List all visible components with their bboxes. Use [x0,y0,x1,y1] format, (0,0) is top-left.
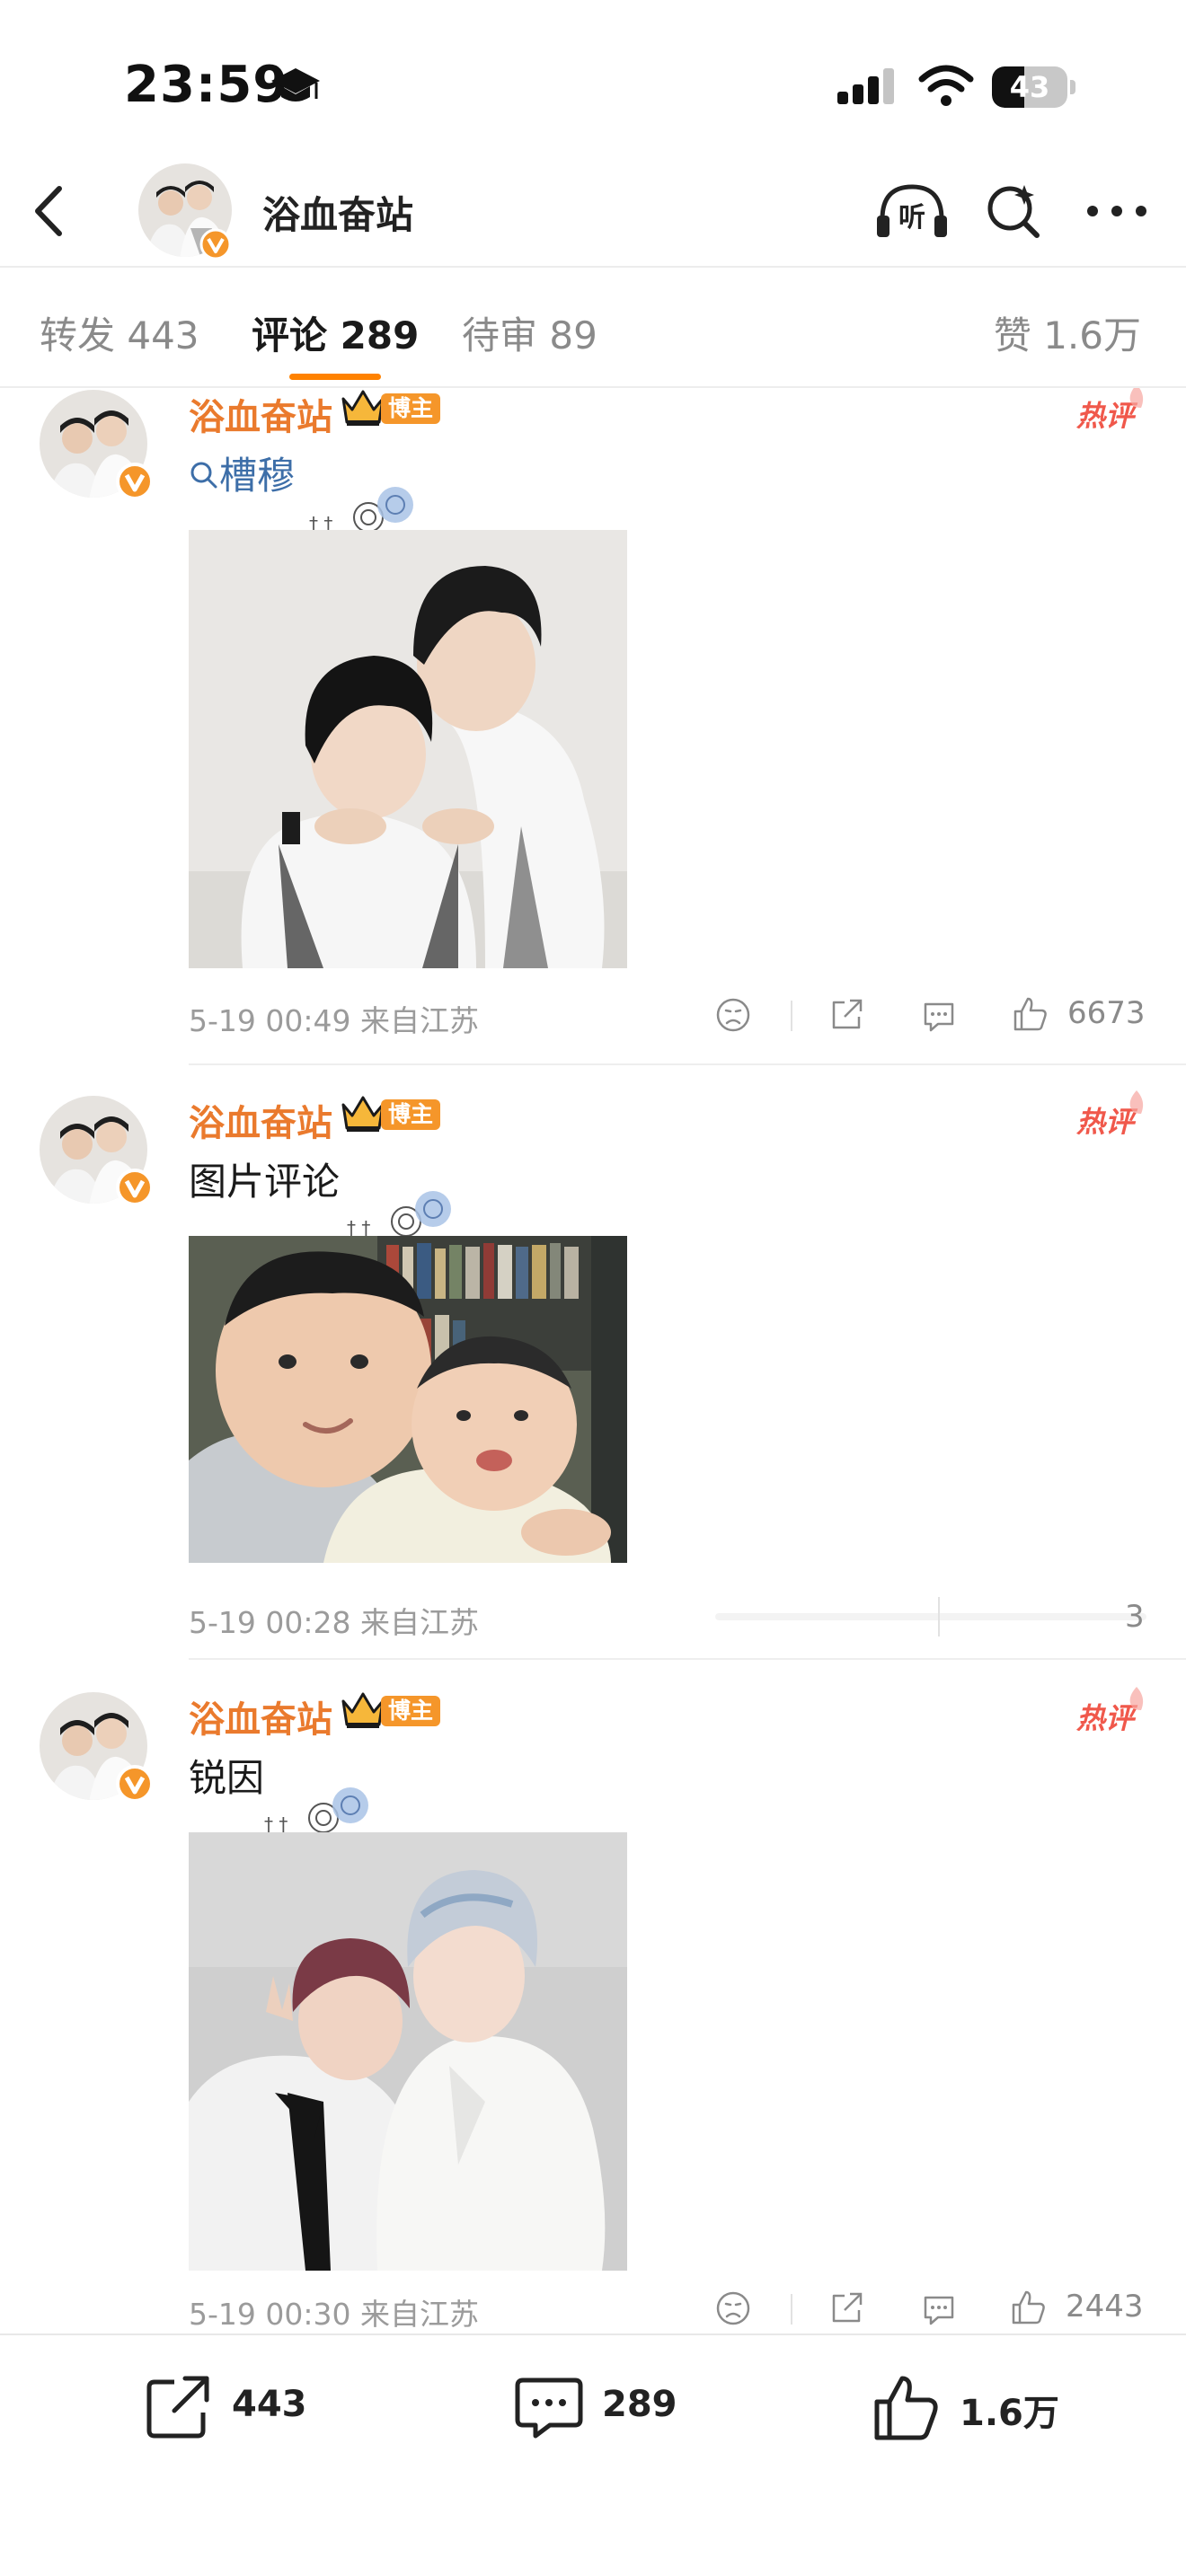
comment-count[interactable]: 289 [602,2384,677,2425]
comment-time: 5-19 00:30 [189,2297,351,2332]
comment-image[interactable] [189,530,627,968]
dislike-icon[interactable] [715,997,751,1033]
tab-bar: 转发 443 评论 289 待审 89 赞 1.6万 [0,268,1186,388]
commenter-name[interactable]: 浴血奋站 [189,1094,332,1146]
verified-badge-icon [116,1169,154,1206]
comment-location: 来自江苏 [360,2297,479,2332]
comment-meta: 5-19 00:49 来自江苏 [189,997,479,1040]
verified-badge-icon [116,463,154,500]
comment-time: 5-19 00:28 [189,1605,351,1640]
comment-location: 来自江苏 [360,1003,479,1038]
action-divider [791,2294,792,2325]
comment-text[interactable]: 槽穆 [189,446,295,500]
comment-meta: 5-19 00:28 来自江苏 [189,1599,479,1642]
reply-icon[interactable] [920,2290,958,2328]
comment-search-keyword[interactable]: 槽穆 [219,454,295,498]
divider [189,1063,1186,1065]
action-bar-placeholder [715,1613,1146,1620]
status-time: 23:59 [124,56,289,114]
repost-icon[interactable] [144,2373,214,2441]
like-count: 2443 [1066,2289,1144,2325]
like-icon[interactable] [1010,2289,1048,2326]
wifi-icon [918,65,974,106]
comment-text[interactable]: 图片评论 [189,1151,340,1206]
listen-icon[interactable]: 听 [873,180,951,243]
search-icon [190,462,217,489]
flame-icon [1129,1687,1144,1710]
comment-list[interactable]: 浴血奋站 博主 热评 槽穆 † † 5-19 00:49 来自江苏 6673 浴… [0,388,1186,2333]
like-count[interactable]: 1.6万 [960,2384,1059,2436]
comment-item: 浴血奋站 博主 热评 锐因 † † 5-19 00:30 来自江苏 2443 [0,1687,1186,2333]
comment-location: 来自江苏 [360,1605,479,1640]
comment-time: 5-19 00:49 [189,1003,351,1038]
tab-comments[interactable]: 评论 289 [252,305,419,360]
crown-icon [341,1692,385,1728]
more-icon[interactable] [1084,180,1150,243]
back-icon[interactable] [23,180,77,243]
status-bar: 23:59 43 [0,0,1186,162]
comment-icon[interactable] [514,2373,584,2441]
search-icon[interactable] [983,180,1044,243]
dislike-icon[interactable] [715,2290,751,2326]
comment-meta: 5-19 00:30 来自江苏 [189,2290,479,2333]
tab-active-indicator [289,374,381,380]
blogger-badge: 博主 [381,1099,441,1130]
tab-pending[interactable]: 待审 89 [462,305,597,360]
bottom-action-bar: 443 289 1.6万 [0,2333,1186,2576]
tab-comments-count: 289 [340,313,420,357]
flame-icon [1129,1090,1144,1114]
comment-text[interactable]: 锐因 [189,1748,264,1803]
share-icon[interactable] [828,2290,866,2326]
blogger-badge: 博主 [381,393,441,424]
graduation-cap-icon [271,68,320,101]
like-count: 3 [1125,1599,1145,1635]
blogger-badge: 博主 [381,1696,441,1726]
commenter-name[interactable]: 浴血奋站 [189,388,332,440]
commenter-name[interactable]: 浴血奋站 [189,1690,332,1742]
tab-likes[interactable]: 赞 1.6万 [994,305,1141,360]
verified-badge-icon [116,1765,154,1803]
action-divider [938,1597,940,1636]
battery-percent: 43 [1009,70,1050,104]
rose-sticker-icon: † † [309,487,413,534]
nav-header: 浴血奋站 听 [0,162,1186,268]
battery-icon: 43 [992,66,1075,108]
tab-repost[interactable]: 转发 443 [40,305,199,360]
verified-badge-icon [199,228,232,260]
comment-item: 浴血奋站 博主 热评 槽穆 † † 5-19 00:49 来自江苏 6673 [0,388,1186,1065]
rose-sticker-icon: † † [347,1191,451,1239]
comment-item: 浴血奋站 博主 热评 图片评论 † † 5-19 00:28 来自江苏 3 [0,1090,1186,1660]
rose-sticker-icon: † † [264,1787,368,1835]
share-icon[interactable] [828,997,866,1033]
like-icon[interactable] [872,2373,942,2441]
page-title: 浴血奋站 [262,193,414,237]
listen-glyph: 听 [898,202,925,234]
repost-count[interactable]: 443 [232,2384,307,2425]
comment-image[interactable] [189,1832,627,2271]
like-icon[interactable] [1012,995,1049,1033]
signal-icon [837,68,894,104]
crown-icon [341,390,385,426]
action-divider [791,1001,792,1031]
flame-icon [1129,388,1144,408]
tab-comments-label: 评论 [252,313,328,357]
reply-icon[interactable] [920,997,958,1035]
like-count: 6673 [1067,995,1146,1031]
divider [189,1658,1186,1660]
crown-icon [341,1096,385,1132]
comment-image[interactable] [189,1236,627,1563]
